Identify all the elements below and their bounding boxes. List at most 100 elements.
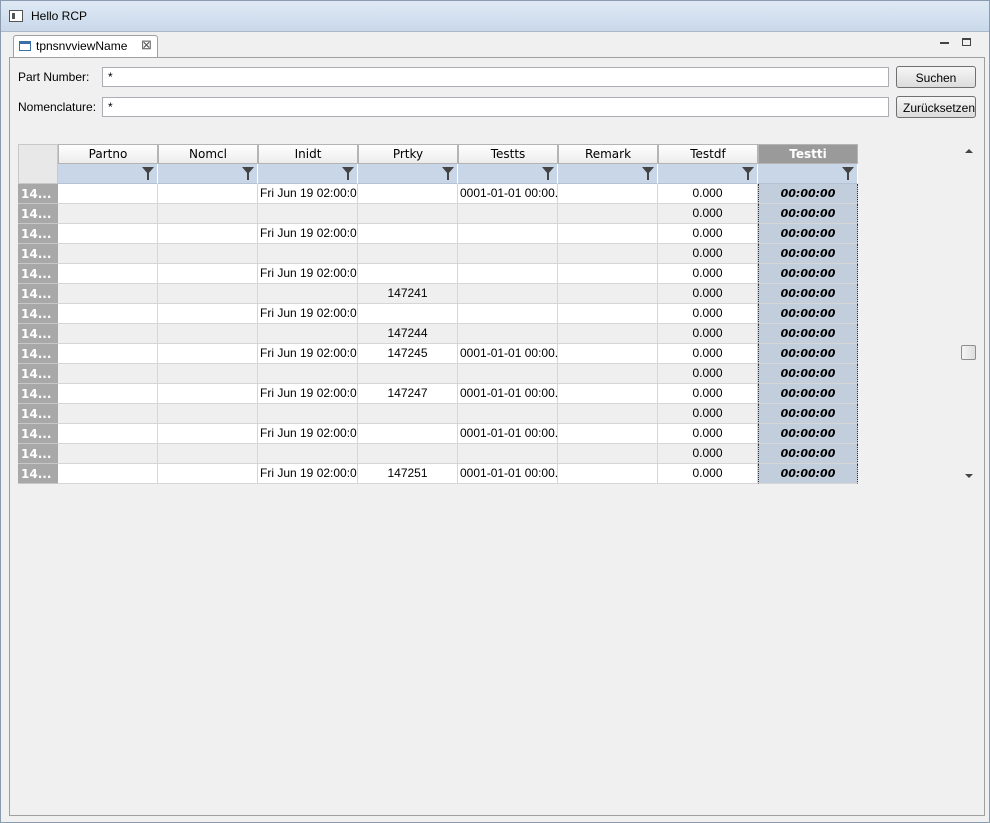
filter-cell-prtky[interactable] bbox=[358, 164, 458, 184]
table-cell-testdf[interactable]: 0.000 bbox=[658, 344, 758, 364]
table-cell-testti[interactable]: 00:00:00 bbox=[758, 264, 858, 284]
table-cell-testts[interactable] bbox=[458, 224, 558, 244]
table-cell-partno[interactable] bbox=[58, 284, 158, 304]
filter-icon[interactable] bbox=[642, 167, 654, 180]
row-header[interactable]: 14... bbox=[18, 284, 58, 304]
table-cell-testts[interactable] bbox=[458, 244, 558, 264]
table-cell-partno[interactable] bbox=[58, 364, 158, 384]
column-header-testts[interactable]: Testts bbox=[458, 144, 558, 164]
table-cell-partno[interactable] bbox=[58, 204, 158, 224]
table-cell-nomcl[interactable] bbox=[158, 184, 258, 204]
table-cell-testts[interactable]: 0001-01-01 00:00... bbox=[458, 184, 558, 204]
row-header[interactable]: 14... bbox=[18, 404, 58, 424]
table-cell-prtky[interactable] bbox=[358, 444, 458, 464]
table-cell-testdf[interactable]: 0.000 bbox=[658, 384, 758, 404]
table-cell-testts[interactable] bbox=[458, 264, 558, 284]
table-cell-inidt[interactable]: Fri Jun 19 02:00:0... bbox=[258, 344, 358, 364]
reset-button[interactable]: Zurücksetzen bbox=[896, 96, 976, 118]
table-cell-testti[interactable]: 00:00:00 bbox=[758, 304, 858, 324]
table-cell-testts[interactable]: 0001-01-01 00:00... bbox=[458, 424, 558, 444]
table-cell-prtky[interactable] bbox=[358, 304, 458, 324]
row-header[interactable]: 14... bbox=[18, 464, 58, 484]
part-number-input[interactable] bbox=[102, 67, 889, 87]
filter-icon[interactable] bbox=[442, 167, 454, 180]
table-cell-testdf[interactable]: 0.000 bbox=[658, 364, 758, 384]
table-cell-partno[interactable] bbox=[58, 444, 158, 464]
table-cell-prtky[interactable] bbox=[358, 244, 458, 264]
table-cell-partno[interactable] bbox=[58, 464, 158, 484]
row-header[interactable]: 14... bbox=[18, 224, 58, 244]
row-header[interactable]: 14... bbox=[18, 204, 58, 224]
table-cell-inidt[interactable]: Fri Jun 19 02:00:0... bbox=[258, 424, 358, 444]
table-cell-testts[interactable] bbox=[458, 324, 558, 344]
table-cell-nomcl[interactable] bbox=[158, 444, 258, 464]
filter-cell-testts[interactable] bbox=[458, 164, 558, 184]
table-cell-testts[interactable] bbox=[458, 364, 558, 384]
table-cell-partno[interactable] bbox=[58, 224, 158, 244]
table-cell-testdf[interactable]: 0.000 bbox=[658, 224, 758, 244]
table-cell-inidt[interactable]: Fri Jun 19 02:00:0... bbox=[258, 384, 358, 404]
table-cell-testts[interactable]: 0001-01-01 00:00... bbox=[458, 384, 558, 404]
table-cell-testti[interactable]: 00:00:00 bbox=[758, 404, 858, 424]
table-cell-testdf[interactable]: 0.000 bbox=[658, 204, 758, 224]
table-cell-testts[interactable]: 0001-01-01 00:00... bbox=[458, 344, 558, 364]
filter-cell-nomcl[interactable] bbox=[158, 164, 258, 184]
minimize-icon[interactable] bbox=[940, 42, 949, 44]
table-cell-testti[interactable]: 00:00:00 bbox=[758, 424, 858, 444]
filter-icon[interactable] bbox=[142, 167, 154, 180]
table-cell-inidt[interactable]: Fri Jun 19 02:00:0... bbox=[258, 224, 358, 244]
table-cell-remark[interactable] bbox=[558, 184, 658, 204]
table-cell-remark[interactable] bbox=[558, 444, 658, 464]
row-header[interactable]: 14... bbox=[18, 344, 58, 364]
table-cell-testti[interactable]: 00:00:00 bbox=[758, 184, 858, 204]
filter-cell-testdf[interactable] bbox=[658, 164, 758, 184]
table-cell-nomcl[interactable] bbox=[158, 304, 258, 324]
table-cell-nomcl[interactable] bbox=[158, 384, 258, 404]
close-icon[interactable]: ⊠ bbox=[141, 37, 152, 53]
vertical-scrollbar[interactable] bbox=[961, 144, 976, 484]
table-cell-testti[interactable]: 00:00:00 bbox=[758, 324, 858, 344]
table-cell-inidt[interactable] bbox=[258, 204, 358, 224]
table-cell-testti[interactable]: 00:00:00 bbox=[758, 364, 858, 384]
table-cell-testti[interactable]: 00:00:00 bbox=[758, 224, 858, 244]
row-header[interactable]: 14... bbox=[18, 324, 58, 344]
filter-icon[interactable] bbox=[842, 167, 854, 180]
table-cell-prtky[interactable] bbox=[358, 424, 458, 444]
table-cell-inidt[interactable]: Fri Jun 19 02:00:0... bbox=[258, 184, 358, 204]
table-cell-nomcl[interactable] bbox=[158, 344, 258, 364]
table-cell-partno[interactable] bbox=[58, 344, 158, 364]
maximize-icon[interactable] bbox=[962, 38, 971, 46]
table-cell-remark[interactable] bbox=[558, 404, 658, 424]
table-cell-inidt[interactable]: Fri Jun 19 02:00:0... bbox=[258, 304, 358, 324]
table-cell-testts[interactable] bbox=[458, 204, 558, 224]
table-cell-prtky[interactable] bbox=[358, 204, 458, 224]
table-cell-nomcl[interactable] bbox=[158, 404, 258, 424]
column-header-remark[interactable]: Remark bbox=[558, 144, 658, 164]
table-cell-remark[interactable] bbox=[558, 304, 658, 324]
table-cell-inidt[interactable] bbox=[258, 284, 358, 304]
search-button[interactable]: Suchen bbox=[896, 66, 976, 88]
table-cell-testdf[interactable]: 0.000 bbox=[658, 244, 758, 264]
table-cell-prtky[interactable] bbox=[358, 364, 458, 384]
table-cell-remark[interactable] bbox=[558, 464, 658, 484]
table-cell-testts[interactable] bbox=[458, 304, 558, 324]
scroll-up-icon[interactable] bbox=[965, 149, 973, 153]
filter-icon[interactable] bbox=[742, 167, 754, 180]
nomenclature-input[interactable] bbox=[102, 97, 889, 117]
table-cell-prtky[interactable] bbox=[358, 404, 458, 424]
tab-tpnsnvviewname[interactable]: tpnsnvviewName ⊠ bbox=[13, 35, 158, 57]
table-cell-prtky[interactable]: 147247 bbox=[358, 384, 458, 404]
table-cell-inidt[interactable]: Fri Jun 19 02:00:0... bbox=[258, 264, 358, 284]
table-cell-prtky[interactable] bbox=[358, 264, 458, 284]
table-cell-testdf[interactable]: 0.000 bbox=[658, 444, 758, 464]
table-cell-prtky[interactable] bbox=[358, 184, 458, 204]
table-cell-remark[interactable] bbox=[558, 424, 658, 444]
table-cell-testti[interactable]: 00:00:00 bbox=[758, 204, 858, 224]
table-cell-nomcl[interactable] bbox=[158, 264, 258, 284]
row-header[interactable]: 14... bbox=[18, 264, 58, 284]
table-cell-prtky[interactable]: 147244 bbox=[358, 324, 458, 344]
column-header-inidt[interactable]: Inidt bbox=[258, 144, 358, 164]
table-cell-testts[interactable] bbox=[458, 444, 558, 464]
column-header-partno[interactable]: Partno bbox=[58, 144, 158, 164]
table-cell-testts[interactable]: 0001-01-01 00:00... bbox=[458, 464, 558, 484]
